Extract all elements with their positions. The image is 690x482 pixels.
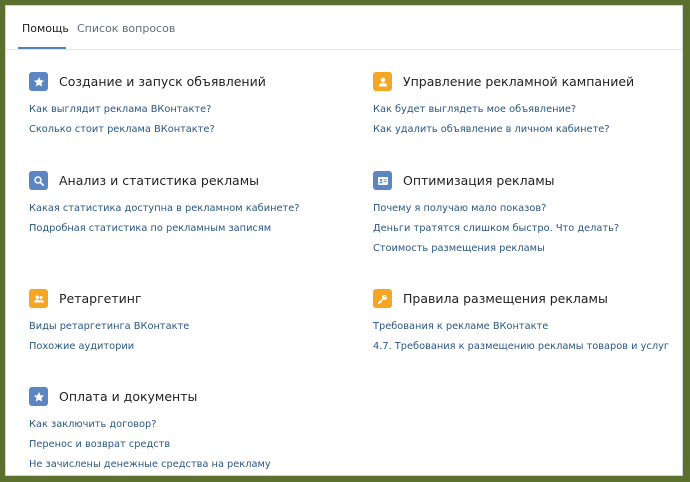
- section-title: Ретаргетинг: [59, 291, 142, 306]
- help-link[interactable]: Сколько стоит реклама ВКонтакте?: [29, 120, 215, 140]
- help-link[interactable]: Требования к рекламе ВКонтакте: [373, 317, 669, 337]
- section-title: Оптимизация рекламы: [403, 173, 555, 188]
- user-icon: [373, 72, 392, 91]
- help-link[interactable]: Похожие аудитории: [29, 337, 189, 357]
- star-icon: [29, 387, 48, 406]
- section-retargeting: Ретаргетинг Виды ретаргетинга ВКонтакте …: [29, 289, 189, 357]
- help-link[interactable]: Виды ретаргетинга ВКонтакте: [29, 317, 189, 337]
- section-title: Управление рекламной кампанией: [403, 74, 635, 89]
- section-title: Анализ и статистика рекламы: [59, 173, 260, 188]
- section-placement-rules: Правила размещения рекламы Требования к …: [373, 289, 669, 357]
- active-tab-indicator: [18, 47, 66, 49]
- help-link[interactable]: Перенос и возврат средств: [29, 435, 271, 455]
- help-link[interactable]: Не зачислены денежные средства на реклам…: [29, 455, 271, 475]
- help-link[interactable]: Деньги тратятся слишком быстро. Что дела…: [373, 219, 619, 239]
- help-link[interactable]: Подробная статистика по рекламным запися…: [29, 219, 299, 239]
- tab-questions-list[interactable]: Список вопросов: [77, 22, 175, 35]
- section-payment-documents: Оплата и документы Как заключить договор…: [29, 387, 271, 475]
- search-icon: [29, 171, 48, 190]
- tab-help[interactable]: Помощь: [22, 22, 69, 35]
- star-icon: [29, 72, 48, 91]
- help-link[interactable]: Как выглядит реклама ВКонтакте?: [29, 100, 215, 120]
- help-link[interactable]: Какая статистика доступна в рекламном ка…: [29, 199, 299, 219]
- tab-bar: Помощь Список вопросов: [6, 6, 682, 50]
- help-link[interactable]: Как удалить объявление в личном кабинете…: [373, 120, 610, 140]
- help-panel: Помощь Список вопросов Создание и запуск…: [5, 5, 683, 476]
- help-link[interactable]: 4.7. Требования к размещению рекламы тов…: [373, 337, 669, 357]
- section-analytics: Анализ и статистика рекламы Какая статис…: [29, 171, 299, 239]
- profile-card-icon: [373, 171, 392, 190]
- section-title: Правила размещения рекламы: [403, 291, 608, 306]
- help-link[interactable]: Как будет выглядеть мое объявление?: [373, 100, 610, 120]
- section-ad-creation: Создание и запуск объявлений Как выгляди…: [29, 72, 266, 140]
- help-link[interactable]: Стоимость размещения рекламы: [373, 239, 619, 259]
- users-icon: [29, 289, 48, 308]
- section-campaign-management: Управление рекламной кампанией Как будет…: [373, 72, 634, 140]
- help-link[interactable]: Как заключить договор?: [29, 415, 271, 435]
- key-icon: [373, 289, 392, 308]
- section-optimization: Оптимизация рекламы Почему я получаю мал…: [373, 171, 619, 259]
- help-link[interactable]: Почему я получаю мало показов?: [373, 199, 619, 219]
- section-title: Оплата и документы: [59, 389, 198, 404]
- section-title: Создание и запуск объявлений: [59, 74, 266, 89]
